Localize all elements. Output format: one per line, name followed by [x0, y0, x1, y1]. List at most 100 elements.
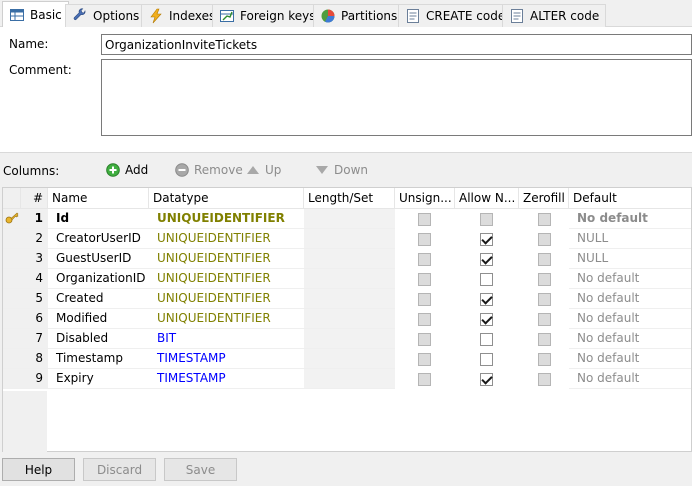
allow-null-checkbox[interactable] — [480, 373, 493, 386]
tab-options[interactable]: Options — [65, 4, 147, 27]
table-row[interactable]: 5 Created UNIQUEIDENTIFIER No default — [3, 289, 691, 309]
default-cell[interactable]: No default — [569, 289, 691, 309]
add-column-button[interactable]: Add — [106, 163, 148, 177]
datatype-cell[interactable]: UNIQUEIDENTIFIER — [149, 209, 304, 229]
unsigned-checkbox[interactable] — [418, 233, 431, 246]
unsigned-checkbox[interactable] — [418, 213, 431, 226]
help-button[interactable]: Help — [2, 458, 75, 481]
key-header — [3, 188, 21, 209]
column-name-cell[interactable]: Expiry — [48, 369, 149, 389]
unsigned-checkbox[interactable] — [418, 333, 431, 346]
remove-column-button[interactable]: Remove — [175, 163, 243, 177]
table-row[interactable]: 3 GuestUserID UNIQUEIDENTIFIER NULL — [3, 249, 691, 269]
allow-null-checkbox[interactable] — [480, 233, 493, 246]
length-cell[interactable] — [304, 229, 395, 249]
default-cell[interactable]: No default — [569, 369, 691, 389]
unsigned-checkbox[interactable] — [418, 373, 431, 386]
tab-basic[interactable]: Basic — [2, 1, 69, 28]
table-name-input[interactable] — [101, 34, 692, 55]
columns-grid[interactable]: # Name Datatype Length/Set Unsign... All… — [2, 187, 692, 452]
length-cell[interactable] — [304, 309, 395, 329]
table-row[interactable]: 7 Disabled BIT No default — [3, 329, 691, 349]
default-cell[interactable]: No default — [569, 209, 691, 229]
column-name-cell[interactable]: Disabled — [48, 329, 149, 349]
unsigned-checkbox[interactable] — [418, 313, 431, 326]
header-length[interactable]: Length/Set — [304, 188, 395, 209]
allow-null-checkbox[interactable] — [480, 213, 493, 226]
header-zerofill[interactable]: Zerofill — [519, 188, 569, 209]
column-name-cell[interactable]: Timestamp — [48, 349, 149, 369]
length-cell[interactable] — [304, 369, 395, 389]
datatype-cell[interactable]: TIMESTAMP — [149, 369, 304, 389]
length-cell[interactable] — [304, 249, 395, 269]
zerofill-checkbox[interactable] — [538, 253, 551, 266]
zerofill-checkbox[interactable] — [538, 233, 551, 246]
zerofill-checkbox[interactable] — [538, 293, 551, 306]
zerofill-checkbox[interactable] — [538, 313, 551, 326]
length-cell[interactable] — [304, 329, 395, 349]
default-cell[interactable]: No default — [569, 349, 691, 369]
table-row[interactable]: 1 Id UNIQUEIDENTIFIER No default — [3, 209, 691, 229]
length-cell[interactable] — [304, 289, 395, 309]
default-cell[interactable]: NULL — [569, 229, 691, 249]
datatype-cell[interactable]: UNIQUEIDENTIFIER — [149, 269, 304, 289]
datatype-cell[interactable]: TIMESTAMP — [149, 349, 304, 369]
tab-partitions[interactable]: Partitions — [313, 4, 405, 27]
datatype-cell[interactable]: UNIQUEIDENTIFIER — [149, 309, 304, 329]
comment-textarea[interactable] — [101, 59, 692, 136]
datatype-cell[interactable]: UNIQUEIDENTIFIER — [149, 289, 304, 309]
tab-foreign-keys[interactable]: Foreign keys — [212, 4, 323, 27]
zerofill-checkbox[interactable] — [538, 213, 551, 226]
unsigned-checkbox[interactable] — [418, 273, 431, 286]
zerofill-checkbox[interactable] — [538, 273, 551, 286]
allow-null-checkbox[interactable] — [480, 273, 493, 286]
default-cell[interactable]: No default — [569, 329, 691, 349]
length-cell[interactable] — [304, 209, 395, 229]
datatype-cell[interactable]: BIT — [149, 329, 304, 349]
column-name-cell[interactable]: Created — [48, 289, 149, 309]
discard-button[interactable]: Discard — [83, 458, 156, 481]
column-name-cell[interactable]: GuestUserID — [48, 249, 149, 269]
zerofill-checkbox[interactable] — [538, 373, 551, 386]
allow-null-checkbox[interactable] — [480, 353, 493, 366]
datatype-cell[interactable]: UNIQUEIDENTIFIER — [149, 229, 304, 249]
header-num[interactable]: # — [21, 188, 48, 209]
move-up-button[interactable]: Up — [246, 163, 281, 177]
tab-alter-code[interactable]: ALTER code — [502, 4, 607, 27]
zerofill-checkbox[interactable] — [538, 333, 551, 346]
header-datatype[interactable]: Datatype — [149, 188, 304, 209]
header-unsigned[interactable]: Unsign... — [395, 188, 455, 209]
unsigned-checkbox[interactable] — [418, 353, 431, 366]
allow-null-checkbox[interactable] — [480, 333, 493, 346]
default-cell[interactable]: No default — [569, 269, 691, 289]
tab-label: Indexes — [169, 9, 216, 23]
length-cell[interactable] — [304, 269, 395, 289]
table-row[interactable]: 8 Timestamp TIMESTAMP No default — [3, 349, 691, 369]
save-button[interactable]: Save — [164, 458, 237, 481]
unsigned-checkbox[interactable] — [418, 293, 431, 306]
table-row[interactable]: 6 Modified UNIQUEIDENTIFIER No default — [3, 309, 691, 329]
table-row[interactable]: 9 Expiry TIMESTAMP No default — [3, 369, 691, 389]
move-down-button[interactable]: Down — [315, 163, 368, 177]
table-row[interactable]: 2 CreatorUserID UNIQUEIDENTIFIER NULL — [3, 229, 691, 249]
tab-create-code[interactable]: CREATE code — [398, 4, 513, 27]
column-name-cell[interactable]: OrganizationID — [48, 269, 149, 289]
remove-icon — [175, 163, 189, 177]
default-cell[interactable]: No default — [569, 309, 691, 329]
allow-null-checkbox[interactable] — [480, 313, 493, 326]
tab-indexes[interactable]: Indexes — [141, 4, 223, 27]
allow-null-checkbox[interactable] — [480, 293, 493, 306]
default-cell[interactable]: NULL — [569, 249, 691, 269]
column-name-cell[interactable]: CreatorUserID — [48, 229, 149, 249]
header-default[interactable]: Default — [569, 188, 691, 209]
header-name[interactable]: Name — [48, 188, 149, 209]
allow-null-checkbox[interactable] — [480, 253, 493, 266]
datatype-cell[interactable]: UNIQUEIDENTIFIER — [149, 249, 304, 269]
column-name-cell[interactable]: Id — [48, 209, 149, 229]
column-name-cell[interactable]: Modified — [48, 309, 149, 329]
length-cell[interactable] — [304, 349, 395, 369]
table-row[interactable]: 4 OrganizationID UNIQUEIDENTIFIER No defaul… — [3, 269, 691, 289]
header-allow-null[interactable]: Allow N... — [455, 188, 519, 209]
unsigned-checkbox[interactable] — [418, 253, 431, 266]
zerofill-checkbox[interactable] — [538, 353, 551, 366]
